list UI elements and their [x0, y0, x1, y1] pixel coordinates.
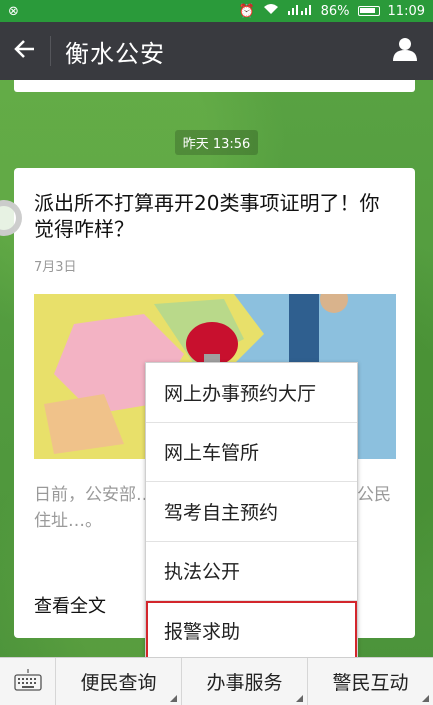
keyboard-toggle-button[interactable]	[0, 657, 56, 705]
title-bar: 衡水公安	[0, 22, 433, 80]
menu-item-report-emergency[interactable]: 报警求助	[146, 601, 357, 661]
tab-convenience-query[interactable]: 便民查询	[56, 657, 182, 705]
menu-item-online-appointment[interactable]: 网上办事预约大厅	[146, 363, 357, 423]
message-timestamp: 昨天 13:56	[0, 130, 433, 155]
tab-services[interactable]: 办事服务	[182, 657, 308, 705]
menu-item-vehicle-office[interactable]: 网上车管所	[146, 423, 357, 482]
signal-icon	[287, 3, 313, 19]
notification-icon: ⊗	[8, 3, 19, 19]
menu-item-driving-test-booking[interactable]: 驾考自主预约	[146, 482, 357, 542]
status-bar: ⊗ ⏰ 86% 11:09	[0, 0, 433, 22]
tab-police-interaction[interactable]: 警民互动	[308, 658, 433, 705]
tab-label: 办事服务	[206, 672, 283, 694]
user-icon	[393, 37, 417, 65]
service-popup-menu: 网上办事预约大厅 网上车管所 驾考自主预约 执法公开 报警求助	[145, 362, 358, 661]
menu-item-law-enforcement-disclosure[interactable]: 执法公开	[146, 542, 357, 601]
tab-label: 警民互动	[332, 672, 409, 694]
back-button[interactable]	[0, 22, 50, 80]
submenu-indicator-icon	[296, 694, 303, 702]
tab-label: 便民查询	[80, 672, 157, 694]
article-title[interactable]: 派出所不打算再开20类事项证明了！你觉得咋样？	[34, 190, 394, 242]
bottom-menu-bar: 便民查询 办事服务 警民互动	[0, 657, 433, 705]
wifi-icon	[263, 3, 279, 19]
battery-percent: 86%	[320, 3, 350, 19]
battery-icon	[357, 6, 380, 16]
submenu-indicator-icon	[170, 694, 177, 702]
back-arrow-icon	[14, 36, 36, 66]
timestamp-label: 昨天 13:56	[174, 130, 259, 155]
clock: 11:09	[387, 3, 425, 19]
page-title: 衡水公安	[65, 39, 165, 68]
article-date: 7月3日	[34, 260, 77, 275]
submenu-indicator-icon	[422, 694, 429, 702]
alarm-icon: ⏰	[238, 3, 255, 19]
previous-message-card	[14, 80, 415, 92]
title-divider	[50, 36, 51, 66]
keyboard-icon	[13, 668, 42, 695]
read-more-link[interactable]: 查看全文	[34, 592, 106, 618]
profile-button[interactable]	[377, 22, 433, 80]
